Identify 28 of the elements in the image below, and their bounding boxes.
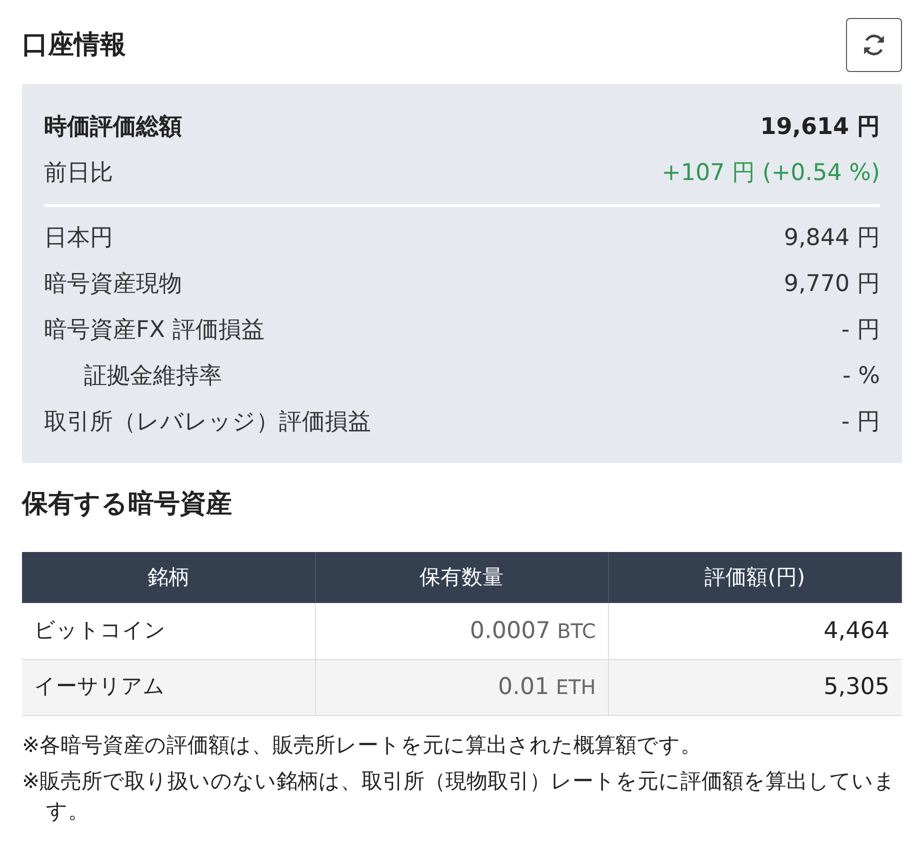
summary-label: 日本円: [44, 224, 113, 253]
section-title: 保有する暗号資産: [22, 488, 233, 521]
table-cell: イーサリアム: [22, 659, 316, 715]
summary-value: 9,844 円: [784, 224, 880, 253]
table-cell: 0.0007 BTC: [315, 603, 608, 659]
summary-value: +107 円 (+0.54 %): [662, 158, 880, 188]
summary-value: - %: [842, 362, 880, 391]
summary-value: 9,770 円: [784, 270, 880, 299]
table-cell: 4,464: [608, 603, 902, 659]
summary-value: - 円: [841, 408, 880, 437]
column-header: 銘柄: [22, 552, 316, 603]
footnote: ※販売所で取り扱いのない銘柄は、取引所（現物取引）レートを元に評価額を算出しています。: [22, 768, 897, 824]
refresh-button[interactable]: [846, 18, 902, 72]
summary-label: 暗号資産FX 評価損益: [44, 316, 264, 345]
column-header: 評価額(円): [608, 552, 902, 603]
footnote: ※各暗号資産の評価額は、販売所レートを元に算出された概算額です。: [22, 732, 703, 758]
summary-label: 暗号資産現物: [44, 270, 182, 299]
page-title: 口座情報: [22, 28, 126, 62]
table-cell: 5,305: [608, 659, 902, 715]
column-header: 保有数量: [315, 552, 608, 603]
summary-value: 19,614 円: [760, 112, 880, 142]
table-cell: ビットコイン: [22, 603, 316, 659]
summary-label: 時価評価総額: [44, 112, 182, 142]
table-cell: 0.01 ETH: [315, 659, 608, 715]
summary-label: 前日比: [44, 158, 113, 188]
summary-label: 取引所（レバレッジ）評価損益: [44, 408, 371, 437]
summary-label: 証拠金維持率: [84, 362, 222, 391]
summary-value: - 円: [841, 316, 880, 345]
